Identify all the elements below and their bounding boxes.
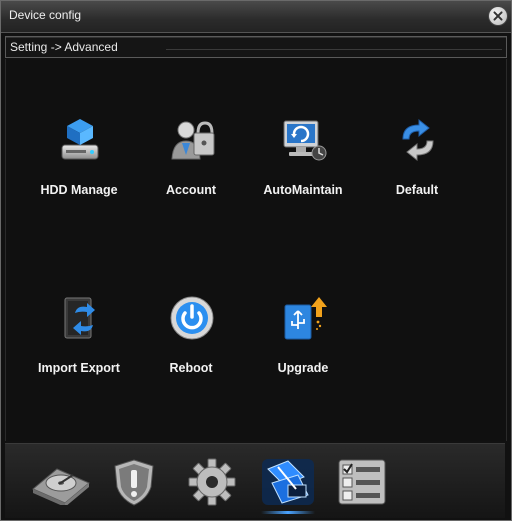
window-title: Device config <box>9 8 82 22</box>
auto-maintain-icon <box>283 120 327 161</box>
import-export-button[interactable]: Import Export <box>24 295 134 395</box>
advanced-tools-icon <box>262 459 314 505</box>
upgrade-icon <box>284 297 327 340</box>
default-button[interactable]: Default <box>362 117 472 217</box>
breadcrumb-text: Setting -> Advanced <box>10 40 118 54</box>
reboot-icon <box>170 296 214 340</box>
bottom-nav-advanced-button[interactable] <box>255 454 321 514</box>
account-button[interactable]: Account <box>136 117 246 217</box>
title-bar: Device config <box>1 1 511 33</box>
bottom-nav-alarm-button[interactable] <box>101 454 167 510</box>
info-checklist-icon <box>338 459 386 505</box>
bottom-nav-system-button[interactable] <box>179 454 245 510</box>
bottom-nav-storage-button[interactable] <box>27 454 93 510</box>
tile-label: Reboot <box>169 361 213 375</box>
storage-disk-icon <box>32 468 90 505</box>
import-export-icon <box>64 297 95 339</box>
upgrade-button[interactable]: Upgrade <box>248 295 358 395</box>
tile-label: Upgrade <box>277 361 329 375</box>
advanced-menu: HDD Manage Account AutoMaintain Default … <box>5 59 507 441</box>
tile-label: Import Export <box>38 361 120 375</box>
tile-label: HDD Manage <box>40 183 118 197</box>
hdd-manage-icon <box>61 119 99 160</box>
breadcrumb-divider <box>166 49 502 50</box>
bottom-nav-info-button[interactable] <box>329 454 395 510</box>
tile-label: Account <box>166 183 216 197</box>
device-config-window: Device config Setting -> Advanced HDD Ma… <box>0 0 512 521</box>
system-gear-icon <box>188 458 236 506</box>
close-icon[interactable] <box>489 7 507 25</box>
bottom-nav-bar <box>5 443 505 518</box>
alarm-shield-icon <box>114 459 154 506</box>
hdd-manage-button[interactable]: HDD Manage <box>24 117 134 217</box>
default-icon <box>402 118 434 162</box>
reboot-button[interactable]: Reboot <box>136 295 246 395</box>
tile-label: Default <box>395 183 439 197</box>
breadcrumb: Setting -> Advanced <box>5 36 507 58</box>
auto-maintain-button[interactable]: AutoMaintain <box>248 117 358 217</box>
account-icon <box>171 121 215 160</box>
tile-label: AutoMaintain <box>263 183 343 197</box>
